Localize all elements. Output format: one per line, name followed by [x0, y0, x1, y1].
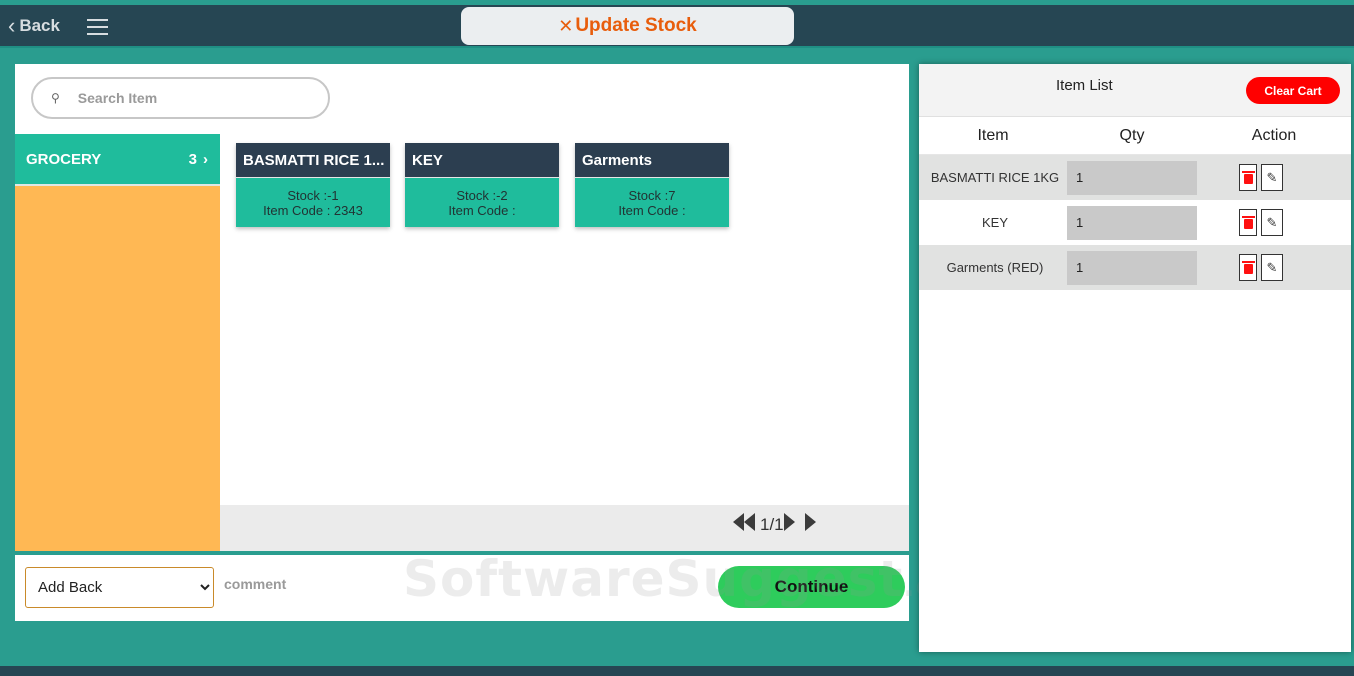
- chevron-left-icon: ‹: [8, 13, 16, 38]
- trash-icon: [1241, 260, 1255, 274]
- stock-action-select[interactable]: Add Back: [25, 567, 214, 608]
- category-item-grocery[interactable]: GROCERY 3 ›: [15, 134, 220, 186]
- clear-cart-button[interactable]: Clear Cart: [1246, 77, 1340, 104]
- qty-input[interactable]: [1067, 160, 1197, 195]
- column-header-item: Item: [977, 126, 1009, 144]
- item-name: BASMATTI RICE 1...: [236, 143, 390, 177]
- back-label: Back: [19, 16, 60, 35]
- first-page-icon[interactable]: [733, 513, 744, 531]
- back-button[interactable]: ‹ Back: [8, 13, 60, 38]
- next-page-icon[interactable]: [783, 513, 795, 531]
- qty-input[interactable]: [1067, 250, 1197, 285]
- item-stock: Stock :-1: [287, 188, 339, 203]
- bottom-strip: [0, 666, 1354, 676]
- cart-table-header: Item Qty Action: [919, 117, 1351, 155]
- chevron-right-icon: ›: [203, 150, 208, 168]
- prev-page-icon[interactable]: [744, 513, 755, 531]
- cart-item-name: Garments (RED): [946, 260, 1044, 275]
- table-row: Garments (RED) ✎: [919, 245, 1351, 290]
- top-bar: ‹ Back ✕ Update Stock: [0, 5, 1354, 48]
- comment-input[interactable]: [224, 576, 524, 592]
- item-card[interactable]: Garments Stock :7 Item Code :: [575, 143, 729, 227]
- cart-item-name: KEY: [981, 215, 1008, 230]
- column-header-action: Action: [1251, 126, 1297, 144]
- page-indicator: 1/1: [760, 515, 784, 534]
- qty-input[interactable]: [1067, 205, 1197, 240]
- search-box: ⚲: [31, 77, 330, 119]
- column-header-qty: Qty: [1119, 126, 1145, 144]
- delete-button[interactable]: [1239, 209, 1257, 236]
- item-card[interactable]: KEY Stock :-2 Item Code :: [405, 143, 559, 227]
- hamburger-menu-icon[interactable]: [87, 19, 108, 35]
- item-stock: Stock :7: [628, 188, 676, 203]
- last-page-icon[interactable]: [804, 513, 816, 531]
- item-stock: Stock :-2: [456, 188, 508, 203]
- item-code: Item Code : 2343: [263, 203, 363, 218]
- search-input[interactable]: [77, 90, 298, 106]
- trash-icon: [1241, 215, 1255, 229]
- category-label: GROCERY: [26, 150, 102, 168]
- trash-icon: [1241, 170, 1255, 184]
- cart-panel: Item List Clear Cart Item Qty Action BAS…: [919, 64, 1351, 652]
- edit-button[interactable]: ✎: [1261, 254, 1283, 281]
- table-row: BASMATTI RICE 1KG ✎: [919, 155, 1351, 200]
- continue-button[interactable]: Continue: [718, 566, 905, 608]
- search-icon: ⚲: [51, 91, 60, 105]
- action-footer: Add Back Continue: [15, 555, 909, 621]
- cart-item-name: BASMATTI RICE 1KG: [930, 170, 1060, 185]
- pagination-bar: 1/1: [220, 505, 909, 551]
- edit-button[interactable]: ✎: [1261, 209, 1283, 236]
- item-card[interactable]: BASMATTI RICE 1... Stock :-1 Item Code :…: [236, 143, 390, 227]
- pencil-icon: ✎: [1266, 169, 1278, 185]
- pencil-icon: ✎: [1266, 259, 1278, 275]
- cart-title: Item List: [1056, 77, 1113, 94]
- item-code: Item Code :: [618, 203, 686, 218]
- delete-button[interactable]: [1239, 164, 1257, 191]
- edit-button[interactable]: ✎: [1261, 164, 1283, 191]
- delete-button[interactable]: [1239, 254, 1257, 281]
- page-title: ✕ Update Stock: [461, 7, 794, 45]
- pencil-icon: ✎: [1266, 214, 1278, 230]
- category-column: GROCERY 3 ›: [15, 134, 220, 551]
- item-name: Garments: [575, 143, 729, 177]
- item-code: Item Code :: [448, 203, 516, 218]
- item-browser-panel: ⚲ GROCERY 3 › BASMATTI RICE 1... Stock :…: [15, 64, 909, 551]
- page-title-text: Update Stock: [575, 15, 697, 36]
- item-name: KEY: [405, 143, 559, 177]
- category-count: 3: [188, 150, 197, 168]
- table-row: KEY ✎: [919, 200, 1351, 245]
- fork-knife-icon: ✕: [558, 15, 574, 36]
